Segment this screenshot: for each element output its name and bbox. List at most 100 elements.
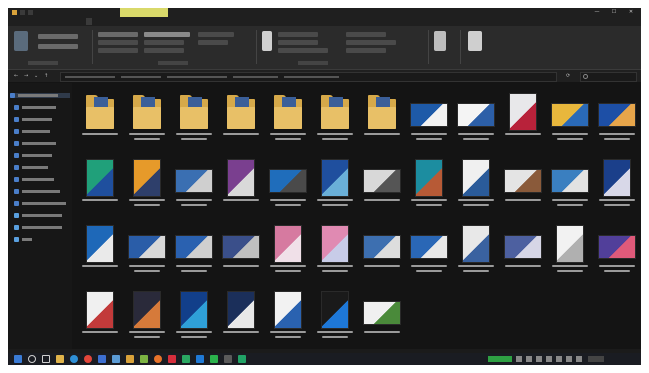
image-file-item[interactable] bbox=[501, 91, 545, 151]
store-icon[interactable] bbox=[98, 355, 106, 363]
image-file-item[interactable] bbox=[125, 157, 169, 217]
folder-item[interactable] bbox=[313, 91, 357, 151]
tab-view[interactable] bbox=[86, 18, 92, 25]
language-indicator[interactable] bbox=[588, 356, 604, 362]
recent-locations-button[interactable]: ⌄ bbox=[34, 73, 39, 79]
nav-item[interactable] bbox=[14, 189, 66, 194]
nav-item[interactable] bbox=[14, 105, 66, 110]
battery-icon[interactable] bbox=[576, 356, 582, 362]
image-file-item[interactable] bbox=[172, 289, 216, 349]
close-button[interactable]: ✕ bbox=[623, 9, 639, 16]
image-file-item[interactable] bbox=[172, 157, 216, 217]
image-file-item[interactable] bbox=[548, 91, 592, 151]
nav-item[interactable] bbox=[14, 213, 66, 218]
search-input[interactable] bbox=[580, 72, 637, 82]
image-file-item[interactable] bbox=[313, 289, 357, 349]
details-pane-button[interactable] bbox=[38, 44, 78, 49]
tray-app-icon[interactable] bbox=[488, 356, 512, 362]
nav-item[interactable] bbox=[10, 93, 70, 98]
search-icon[interactable] bbox=[28, 355, 36, 363]
start-icon[interactable] bbox=[14, 355, 22, 363]
image-file-item[interactable] bbox=[407, 223, 451, 283]
image-file-item[interactable] bbox=[219, 289, 263, 349]
nav-item[interactable] bbox=[14, 201, 66, 206]
breadcrumb[interactable] bbox=[65, 76, 115, 78]
image-file-item[interactable] bbox=[266, 289, 310, 349]
image-file-item[interactable] bbox=[360, 289, 404, 349]
app-green-icon[interactable] bbox=[238, 355, 246, 363]
details-button[interactable] bbox=[198, 40, 228, 45]
image-file-item[interactable] bbox=[313, 223, 357, 283]
up-button[interactable]: ↑ bbox=[44, 73, 49, 79]
chrome-alt-icon[interactable] bbox=[140, 355, 148, 363]
contextual-tab-manage[interactable] bbox=[120, 8, 168, 17]
folder-item[interactable] bbox=[78, 91, 122, 151]
image-file-item[interactable] bbox=[595, 223, 639, 283]
app-dark-icon[interactable] bbox=[224, 355, 232, 363]
folder-item[interactable] bbox=[219, 91, 263, 151]
breadcrumb[interactable] bbox=[167, 76, 227, 78]
hidden-items-toggle[interactable] bbox=[346, 48, 386, 53]
image-file-item[interactable] bbox=[266, 157, 310, 217]
whatsapp-icon[interactable] bbox=[210, 355, 218, 363]
image-file-item[interactable] bbox=[501, 223, 545, 283]
image-file-item[interactable] bbox=[219, 223, 263, 283]
image-file-item[interactable] bbox=[548, 157, 592, 217]
image-file-item[interactable] bbox=[266, 223, 310, 283]
image-file-item[interactable] bbox=[595, 157, 639, 217]
tray-icon[interactable] bbox=[546, 356, 552, 362]
group-by-button[interactable] bbox=[278, 32, 318, 37]
image-file-item[interactable] bbox=[454, 157, 498, 217]
content-button[interactable] bbox=[144, 48, 184, 53]
image-file-item[interactable] bbox=[501, 157, 545, 217]
options-button[interactable] bbox=[468, 31, 482, 51]
folder-item[interactable] bbox=[360, 91, 404, 151]
image-file-item[interactable] bbox=[360, 157, 404, 217]
folder-item[interactable] bbox=[172, 91, 216, 151]
quick-access-toolbar-icon[interactable] bbox=[20, 10, 25, 15]
nav-item[interactable] bbox=[14, 117, 66, 122]
breadcrumb[interactable] bbox=[233, 76, 278, 78]
image-file-item[interactable] bbox=[595, 91, 639, 151]
volume-icon[interactable] bbox=[566, 356, 572, 362]
address-path-field[interactable] bbox=[60, 72, 557, 82]
file-name-extensions-toggle[interactable] bbox=[346, 40, 396, 45]
extra-large-icons-button[interactable] bbox=[98, 32, 138, 37]
nav-item[interactable] bbox=[14, 141, 66, 146]
image-file-item[interactable] bbox=[125, 289, 169, 349]
back-button[interactable]: ← bbox=[14, 73, 19, 79]
tray-icon[interactable] bbox=[526, 356, 532, 362]
medium-icons-button[interactable] bbox=[198, 32, 234, 37]
hide-selected-items-button[interactable] bbox=[434, 31, 446, 51]
edge-icon[interactable] bbox=[70, 355, 78, 363]
tray-icon[interactable] bbox=[536, 356, 542, 362]
image-file-item[interactable] bbox=[407, 91, 451, 151]
quick-access-toolbar-icon[interactable] bbox=[28, 10, 33, 15]
image-file-item[interactable] bbox=[548, 223, 592, 283]
tiles-button[interactable] bbox=[98, 48, 138, 53]
item-check-boxes-toggle[interactable] bbox=[346, 32, 386, 37]
clock[interactable] bbox=[610, 354, 638, 364]
nav-item[interactable] bbox=[14, 225, 66, 230]
network-icon[interactable] bbox=[556, 356, 562, 362]
image-file-item[interactable] bbox=[454, 223, 498, 283]
list-button[interactable] bbox=[144, 40, 184, 45]
chrome-icon[interactable] bbox=[84, 355, 92, 363]
folder-item[interactable] bbox=[266, 91, 310, 151]
image-file-item[interactable] bbox=[78, 289, 122, 349]
image-file-item[interactable] bbox=[78, 223, 122, 283]
nav-item[interactable] bbox=[14, 129, 66, 134]
image-file-item[interactable] bbox=[78, 157, 122, 217]
photos-icon[interactable] bbox=[126, 355, 134, 363]
app-blue-icon[interactable] bbox=[196, 355, 204, 363]
breadcrumb[interactable] bbox=[284, 76, 339, 78]
image-file-item[interactable] bbox=[125, 223, 169, 283]
large-icons-button[interactable] bbox=[144, 32, 190, 37]
firefox-icon[interactable] bbox=[154, 355, 162, 363]
mail-icon[interactable] bbox=[112, 355, 120, 363]
minimize-button[interactable]: — bbox=[589, 9, 605, 16]
forward-button[interactable]: → bbox=[24, 73, 29, 79]
navigation-pane-button[interactable] bbox=[14, 31, 28, 51]
sort-by-button[interactable] bbox=[262, 31, 272, 51]
small-icons-button[interactable] bbox=[98, 40, 138, 45]
